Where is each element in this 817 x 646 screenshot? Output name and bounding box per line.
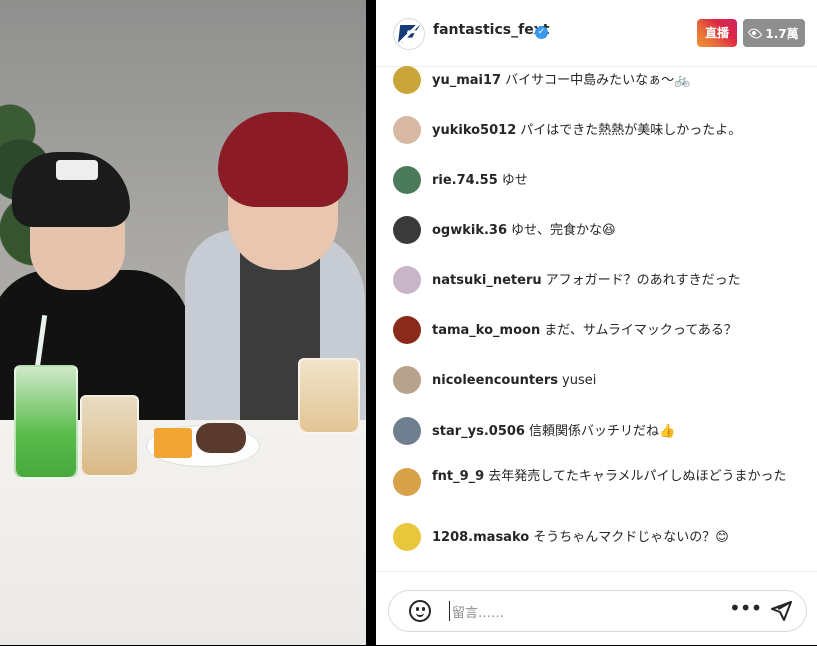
comment-text: ゆせ、完食かな😆 (511, 223, 616, 238)
dessert-cup-held (298, 358, 360, 434)
commenter-avatar[interactable] (393, 166, 421, 194)
live-header: fantastics_fext ✓ 直播 1.7萬 (376, 0, 817, 67)
eye-icon (747, 25, 763, 41)
person-right-hair (218, 112, 348, 207)
beanie-logo (56, 160, 98, 180)
comment-text: バイサコー中島みたいなぁ～🚲 (505, 73, 691, 88)
comment-text: パイはできた熱熱が美味しかったよ。 (520, 123, 742, 138)
commenter-avatar[interactable] (393, 216, 421, 244)
burger (196, 423, 246, 453)
live-badge: 直播 (697, 19, 737, 47)
verified-icon: ✓ (535, 26, 548, 39)
comment-text: まだ、サムライマックってある？ (544, 323, 737, 338)
comment-username[interactable]: natsuki_neteru (432, 273, 542, 288)
comment-text: yusei (562, 373, 597, 388)
viewer-count-badge[interactable]: 1.7萬 (743, 19, 805, 47)
text-cursor (449, 601, 450, 621)
comment-username[interactable]: 1208.masako (432, 530, 529, 545)
comment-text: ゆせ (501, 173, 528, 188)
commenter-avatar[interactable] (393, 316, 421, 344)
commenter-avatar[interactable] (393, 266, 421, 294)
fries (154, 428, 192, 458)
comment-username[interactable]: nicoleencounters (432, 373, 558, 388)
dessert-cup (80, 395, 139, 477)
comment-list[interactable]: yu_mai17 バイサコー中島みたいなぁ～🚲 yukiko5012 パイはできた熱… (376, 66, 817, 571)
comment-username[interactable]: tama_ko_moon (432, 323, 540, 338)
divider (366, 0, 376, 645)
more-options-icon[interactable]: ••• (729, 598, 762, 621)
live-video (0, 0, 366, 645)
comment-username[interactable]: yukiko5012 (432, 123, 516, 138)
send-icon[interactable] (769, 599, 793, 623)
comment-text: 去年発売してたキャラメルパイしぬほどうまかった (488, 469, 787, 484)
comment-username[interactable]: ogwkik.36 (432, 223, 507, 238)
comment-username[interactable]: yu_mai17 (432, 73, 501, 88)
comment-username[interactable]: rie.74.55 (432, 173, 498, 188)
profile-avatar[interactable] (393, 18, 425, 50)
comment-text: アフォガード？のあれすきだった (545, 273, 741, 288)
green-drink-cup (14, 365, 78, 479)
emoji-icon[interactable] (409, 600, 431, 622)
viewer-count: 1.7萬 (765, 26, 799, 41)
commenter-avatar[interactable] (393, 417, 421, 445)
comment-text: そうちゃんマクドじゃないの？😊 (533, 530, 729, 545)
comment-input[interactable]: 留言…… ••• (388, 590, 807, 632)
commenter-avatar[interactable] (393, 468, 421, 496)
commenter-avatar[interactable] (393, 366, 421, 394)
comment-composer: 留言…… ••• (376, 571, 817, 646)
comment-username[interactable]: star_ys.0506 (432, 424, 525, 439)
profile-username[interactable]: fantastics_fext (433, 22, 549, 38)
comment-text: 信頼関係バッチリだね👍 (528, 424, 676, 439)
commenter-avatar[interactable] (393, 116, 421, 144)
fantastics-logo-icon (398, 25, 420, 43)
commenter-avatar[interactable] (393, 523, 421, 551)
chat-panel: fantastics_fext ✓ 直播 1.7萬 yu_mai17 バイサコー中… (376, 0, 817, 645)
comment-placeholder: 留言…… (452, 606, 505, 621)
commenter-avatar[interactable] (393, 66, 421, 94)
comment-username[interactable]: fnt_9_9 (432, 469, 484, 484)
